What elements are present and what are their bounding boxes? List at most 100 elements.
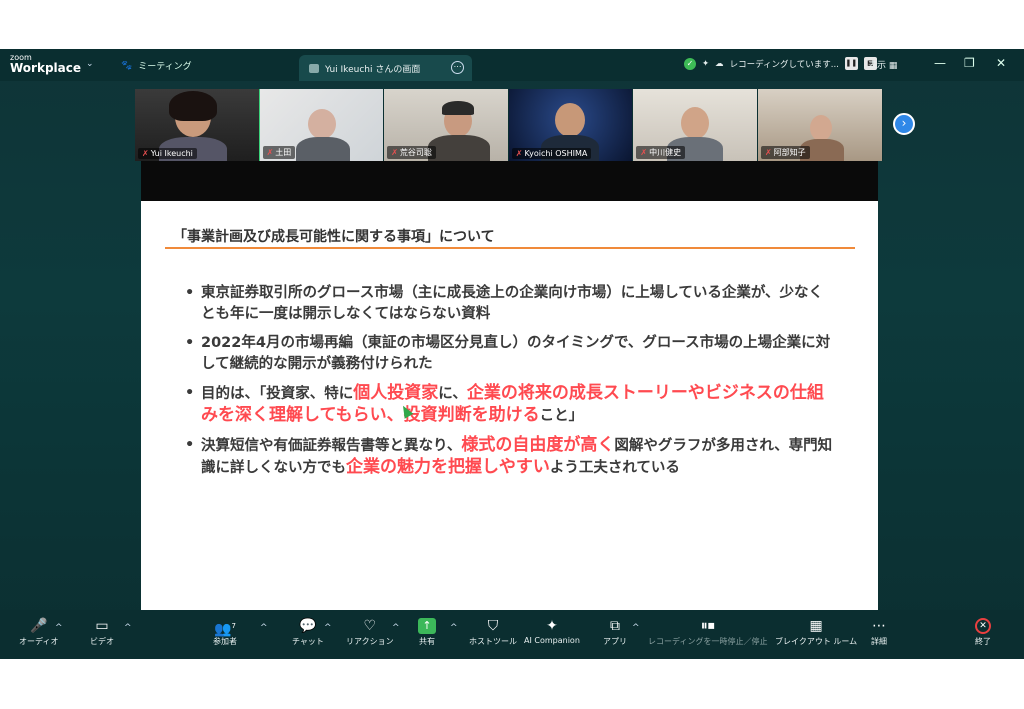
paw-icon: 🐾 (121, 60, 133, 71)
mic-off-icon: ✗ (142, 149, 149, 158)
participant-name: ✗ 荒谷司聡 (387, 146, 436, 159)
chevron-down-icon[interactable]: ⌄ (86, 59, 94, 69)
breakout-grid-icon: ▦ (809, 618, 823, 634)
end-label: 終了 (975, 637, 991, 646)
breakout-label: ブレイクアウト ルーム (775, 637, 858, 646)
reactions-label: リアクション (346, 637, 394, 646)
slide-title: 「事業計画及び成長可能性に関する事項」について (173, 229, 495, 245)
zoom-window: zoom Workplace ⌄ 🐾 ミーティング Yui Ikeuchi さん… (0, 49, 1024, 659)
shield-check-icon: ✓ (684, 57, 696, 70)
bullet-text: よう工夫されている (549, 460, 680, 476)
share-button[interactable]: ↑ 共有 (418, 616, 436, 647)
bullet-text: 決算短信や有価証券報告書等と異なり、 (201, 438, 462, 454)
heart-icon: ♡ (363, 618, 377, 634)
chevron-right-icon: › (901, 116, 907, 130)
view-label: 表示 (868, 61, 887, 71)
view-menu[interactable]: 表示 ▦ (868, 58, 897, 71)
share-label: 共有 (419, 637, 435, 646)
recording-status: レコーディングしています... (729, 59, 839, 70)
audio-button[interactable]: 🎤 オーディオ (19, 616, 58, 647)
end-x-icon: ✕ (975, 618, 991, 634)
shared-screen-top-bar (141, 161, 878, 201)
highlighted-text: 様式の自由度が高く (461, 435, 615, 455)
close-icon[interactable]: ✕ (996, 56, 1006, 70)
participant-name: ✗ 阿部知子 (760, 146, 810, 159)
recording-control-button[interactable]: ⏸⏹ レコーディングを一時停止／停止 (648, 616, 767, 647)
restore-icon[interactable]: ❐ (964, 56, 975, 70)
title-underline (165, 247, 855, 249)
slide-bullet: 目的は、「投資家、特に個人投資家に、企業の将来の成長ストーリーやビジネスの仕組み… (185, 383, 835, 427)
recording-label: レコーディングを一時停止／停止 (648, 637, 768, 646)
more-icon[interactable]: ⋯ (451, 61, 464, 74)
participant-tile[interactable]: ✗ 中川健史 (633, 89, 758, 161)
chat-options-caret[interactable]: ^ (324, 623, 332, 633)
grid-icon: ▦ (888, 61, 898, 71)
end-button[interactable]: ✕ 終了 (975, 616, 991, 647)
apps-button[interactable]: ⧉ アプリ (603, 616, 627, 647)
participant-name: ✗ 土田 (262, 146, 296, 159)
video-button[interactable]: ▭ ビデオ (90, 616, 114, 647)
video-camera-icon: ▭ (95, 618, 109, 634)
sparkle-icon: ✦ (702, 58, 710, 69)
mic-off-icon: ✗ (640, 148, 648, 157)
slide-bullets: 東京証券取引所のグロース市場（主に成長途上の企業向け市場）に上場している企業が、… (185, 283, 835, 487)
reactions-button[interactable]: ♡ リアクション (346, 616, 394, 647)
tab-title: Yui Ikeuchi さんの画面 (325, 64, 421, 75)
participant-tile[interactable]: ✗ Kyoichi OSHIMA (508, 89, 634, 161)
video-options-caret[interactable]: ^ (124, 623, 132, 633)
share-options-caret[interactable]: ^ (450, 623, 458, 633)
reactions-options-caret[interactable]: ^ (392, 623, 400, 633)
title-bar: zoom Workplace ⌄ 🐾 ミーティング Yui Ikeuchi さん… (0, 49, 1024, 81)
mic-muted-icon: 🎤 (30, 618, 48, 634)
mic-off-icon: ✗ (764, 148, 772, 157)
participant-name: ✗ 中川健史 (636, 146, 686, 159)
highlighted-text: 企業の魅力を把握しやすい (346, 457, 550, 477)
recording-indicator: ✓ ✦ ☁ レコーディングしています... ❚❚ ■ (684, 57, 877, 70)
participants-button[interactable]: 👥7 参加者 (213, 616, 237, 647)
more-label: 詳細 (871, 637, 887, 646)
participants-count: 7 (231, 622, 236, 630)
ai-companion-label: AI Companion (524, 636, 580, 645)
ai-companion-button[interactable]: ✦ AI Companion (524, 616, 580, 645)
screen-icon (309, 63, 319, 73)
participant-name: ✗ Yui Ikeuchi (138, 148, 197, 159)
next-page-button[interactable]: › (893, 113, 915, 135)
mic-off-icon: ✗ (515, 149, 523, 158)
bullet-text: 東京証券取引所のグロース市場（主に成長途上の企業向け市場）に上場している企業が、… (201, 285, 824, 322)
people-icon: 👥7 (214, 621, 236, 638)
participant-tile[interactable]: ✗ 土田 (259, 89, 385, 161)
bullet-text: こと」 (539, 408, 584, 424)
meeting-menu[interactable]: 🐾 ミーティング (121, 59, 192, 73)
apps-icon: ⧉ (610, 618, 620, 634)
tab-shared-screen[interactable]: Yui Ikeuchi さんの画面 ⋯ (299, 55, 472, 81)
participant-strip: ✗ Yui Ikeuchi ✗ 土田 ✗ 荒谷司聡 ✗ Kyoichi OSHIMA ✗… (135, 89, 883, 161)
host-tools-button[interactable]: ⛉ ホストツール (469, 616, 517, 647)
logo-line2: Workplace (10, 61, 82, 75)
meeting-toolbar: 🎤 オーディオ ^ ▭ ビデオ ^ 👥7 参加者 ^ 💬 チャット ^ ♡ リア… (0, 610, 1024, 659)
participant-tile[interactable]: ✗ 荒谷司聡 (384, 89, 509, 161)
shared-screen: 「事業計画及び成長可能性に関する事項」について 東京証券取引所のグロース市場（主… (141, 161, 878, 611)
slide-bullet: 2022年4月の市場再編（東証の市場区分見直し）のタイミングで、グロース市場の上… (185, 333, 835, 375)
sparkle-icon: ✦ (546, 618, 558, 634)
participant-tile[interactable]: ✗ 阿部知子 (757, 89, 883, 161)
breakout-rooms-button[interactable]: ▦ ブレイクアウト ルーム (775, 616, 857, 647)
slide-bullet: 東京証券取引所のグロース市場（主に成長途上の企業向け市場）に上場している企業が、… (185, 283, 835, 325)
audio-options-caret[interactable]: ^ (55, 623, 63, 633)
cloud-icon: ☁ (715, 58, 724, 69)
bullet-text: 2022年4月の市場再編（東証の市場区分見直し）のタイミングで、グロース市場の上… (201, 335, 831, 372)
apps-label: アプリ (603, 637, 627, 646)
slide-bullet: 決算短信や有価証券報告書等と異なり、様式の自由度が高く図解やグラフが多用され、専… (185, 435, 835, 479)
participants-label: 参加者 (213, 637, 237, 646)
minimize-icon[interactable]: — (934, 56, 946, 70)
participant-tile[interactable]: ✗ Yui Ikeuchi (135, 89, 260, 161)
chat-button[interactable]: 💬 チャット (292, 616, 324, 647)
chat-label: チャット (292, 637, 324, 646)
apps-options-caret[interactable]: ^ (632, 623, 640, 633)
more-button[interactable]: ⋯ 詳細 (871, 616, 887, 647)
participants-options-caret[interactable]: ^ (260, 623, 268, 633)
meeting-label: ミーティング (138, 62, 192, 72)
audio-label: オーディオ (19, 637, 59, 646)
mic-off-icon: ✗ (266, 148, 274, 157)
shield-icon: ⛉ (487, 618, 499, 634)
pause-recording-button[interactable]: ❚❚ (844, 57, 858, 70)
